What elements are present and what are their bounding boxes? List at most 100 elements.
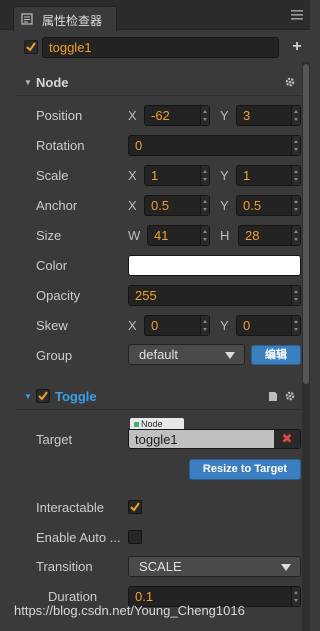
opacity-label: Opacity — [36, 288, 81, 303]
skew-x-input[interactable]: 0 — [144, 315, 210, 336]
skew-y-input[interactable]: 0 — [236, 315, 301, 336]
skew-y-label: Y — [220, 318, 229, 333]
interactable-label: Interactable — [36, 500, 104, 515]
gear-icon[interactable] — [284, 390, 296, 402]
rotation-label: Rotation — [36, 138, 85, 153]
section-header-toggle[interactable]: ▼ Toggle — [16, 384, 302, 410]
color-label: Color — [36, 258, 68, 273]
size-h-input[interactable]: 28 — [238, 225, 301, 246]
position-x-value: -62 — [151, 108, 170, 123]
anchor-x-value: 0.5 — [151, 198, 170, 213]
stepper-icon[interactable] — [291, 316, 300, 335]
duration-label: Duration — [48, 589, 98, 604]
size-h-label: H — [220, 228, 230, 243]
scale-y-input[interactable]: 1 — [236, 165, 301, 186]
target-label: Target — [36, 432, 73, 447]
position-x-input[interactable]: -62 — [144, 105, 210, 126]
size-w-label: W — [128, 228, 141, 243]
transition-label: Transition — [36, 559, 93, 574]
stepper-icon[interactable] — [291, 136, 300, 155]
tab-title: 属性检查器 — [42, 14, 103, 28]
enable-auto-label: Enable Auto ... — [36, 530, 121, 545]
checkmark-icon — [38, 391, 48, 401]
menu-icon[interactable] — [291, 10, 303, 20]
scale-y-value: 1 — [243, 168, 251, 183]
section-title-toggle: Toggle — [55, 389, 97, 404]
stepper-icon[interactable] — [291, 587, 300, 606]
tab-inspector[interactable]: 属性检查器 — [13, 6, 117, 31]
enable-auto-checkbox[interactable] — [128, 530, 142, 544]
node-active-checkbox[interactable] — [24, 40, 38, 54]
skew-y-value: 0 — [243, 318, 251, 333]
opacity-input[interactable]: 255 — [128, 285, 301, 306]
scale-x-value: 1 — [151, 168, 159, 183]
opacity-value: 255 — [135, 288, 157, 303]
scale-y-label: Y — [220, 168, 229, 183]
checkmark-icon — [130, 502, 140, 512]
size-h-value: 28 — [245, 228, 260, 243]
stepper-icon[interactable] — [291, 106, 300, 125]
stepper-icon[interactable] — [200, 196, 209, 215]
edit-group-button[interactable]: 编辑 — [251, 345, 301, 365]
anchor-y-input[interactable]: 0.5 — [236, 195, 301, 216]
dropdown-caret-icon — [281, 564, 291, 571]
tab-bar: 属性检查器 — [0, 0, 310, 31]
transition-select[interactable]: SCALE — [128, 556, 301, 577]
book-icon[interactable] — [267, 391, 278, 402]
node-dot-icon — [134, 422, 139, 427]
stepper-icon[interactable] — [200, 166, 209, 185]
inspector-icon — [21, 13, 33, 25]
group-label: Group — [36, 348, 73, 363]
stepper-icon[interactable] — [200, 226, 209, 245]
size-label: Size — [36, 228, 62, 243]
group-value: default — [139, 347, 179, 362]
watermark-text: https://blog.csdn.net/Young_Cheng1016 — [14, 603, 245, 618]
target-value: toggle1 — [135, 432, 178, 447]
stepper-icon[interactable] — [200, 106, 209, 125]
scale-label: Scale — [36, 168, 69, 183]
clear-target-icon[interactable]: ✖ — [274, 430, 300, 448]
anchor-y-value: 0.5 — [243, 198, 262, 213]
resize-to-target-button[interactable]: Resize to Target — [189, 459, 301, 480]
add-component-button[interactable]: + — [290, 38, 304, 56]
rotation-value: 0 — [135, 138, 143, 153]
collapse-arrow-icon: ▼ — [24, 78, 32, 87]
dropdown-caret-icon — [225, 352, 235, 359]
anchor-label: Anchor — [36, 198, 78, 213]
scale-x-input[interactable]: 1 — [144, 165, 210, 186]
interactable-checkbox[interactable] — [128, 500, 142, 514]
stepper-icon[interactable] — [200, 316, 209, 335]
group-select[interactable]: default — [128, 344, 245, 365]
position-label: Position — [36, 108, 83, 123]
stepper-icon[interactable] — [291, 196, 300, 215]
stepper-icon[interactable] — [291, 226, 300, 245]
checkmark-icon — [26, 42, 36, 52]
skew-x-value: 0 — [151, 318, 159, 333]
transition-value: SCALE — [139, 559, 182, 574]
section-title-node: Node — [36, 75, 69, 90]
anchor-x-input[interactable]: 0.5 — [144, 195, 210, 216]
node-tag-label: Node — [141, 419, 163, 429]
section-header-node[interactable]: ▼ Node — [16, 70, 302, 96]
collapse-arrow-icon: ▼ — [24, 392, 32, 401]
rotation-input[interactable]: 0 — [128, 135, 301, 156]
skew-label: Skew — [36, 318, 68, 333]
size-w-input[interactable]: 41 — [147, 225, 210, 246]
color-picker[interactable] — [128, 255, 301, 276]
duration-value: 0.1 — [135, 589, 154, 604]
gear-icon[interactable] — [284, 76, 296, 88]
position-y-label: Y — [220, 108, 229, 123]
position-y-value: 3 — [243, 108, 251, 123]
anchor-x-label: X — [128, 198, 137, 213]
skew-x-label: X — [128, 318, 137, 333]
stepper-icon[interactable] — [291, 286, 300, 305]
toggle-enabled-checkbox[interactable] — [36, 389, 50, 403]
size-w-value: 41 — [154, 228, 169, 243]
target-field[interactable]: toggle1 ✖ — [128, 429, 301, 449]
scale-x-label: X — [128, 168, 137, 183]
scrollbar-thumb[interactable] — [303, 64, 309, 384]
position-y-input[interactable]: 3 — [236, 105, 301, 126]
stepper-icon[interactable] — [291, 166, 300, 185]
node-name-input[interactable]: toggle1 — [42, 37, 279, 58]
anchor-y-label: Y — [220, 198, 229, 213]
